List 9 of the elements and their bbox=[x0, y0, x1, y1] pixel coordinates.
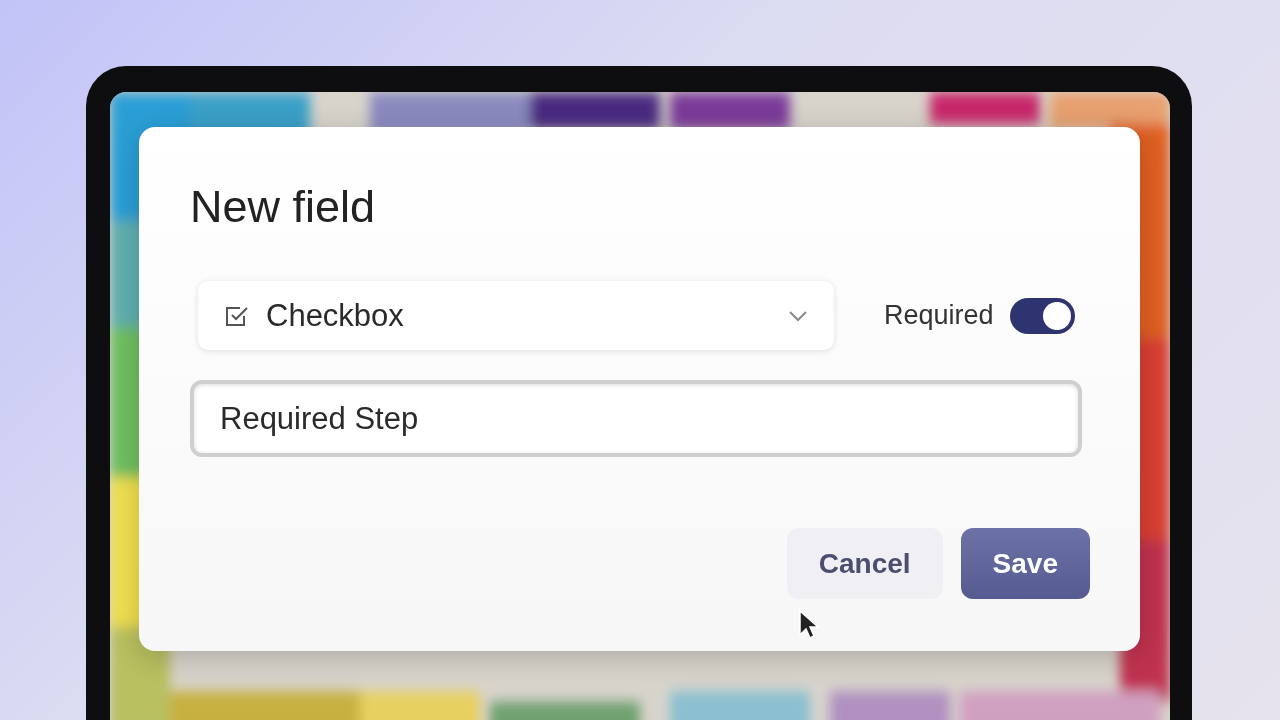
field-type-select[interactable]: Checkbox bbox=[198, 281, 834, 350]
dialog-title: New field bbox=[190, 181, 377, 233]
required-label: Required bbox=[884, 300, 994, 331]
cancel-button[interactable]: Cancel bbox=[786, 528, 943, 599]
chevron-down-icon bbox=[788, 309, 808, 322]
save-button[interactable]: Save bbox=[960, 528, 1090, 599]
required-toggle[interactable] bbox=[1009, 297, 1075, 334]
name-input-field[interactable]: Required Step bbox=[190, 380, 1082, 457]
cursor-icon bbox=[798, 609, 820, 641]
